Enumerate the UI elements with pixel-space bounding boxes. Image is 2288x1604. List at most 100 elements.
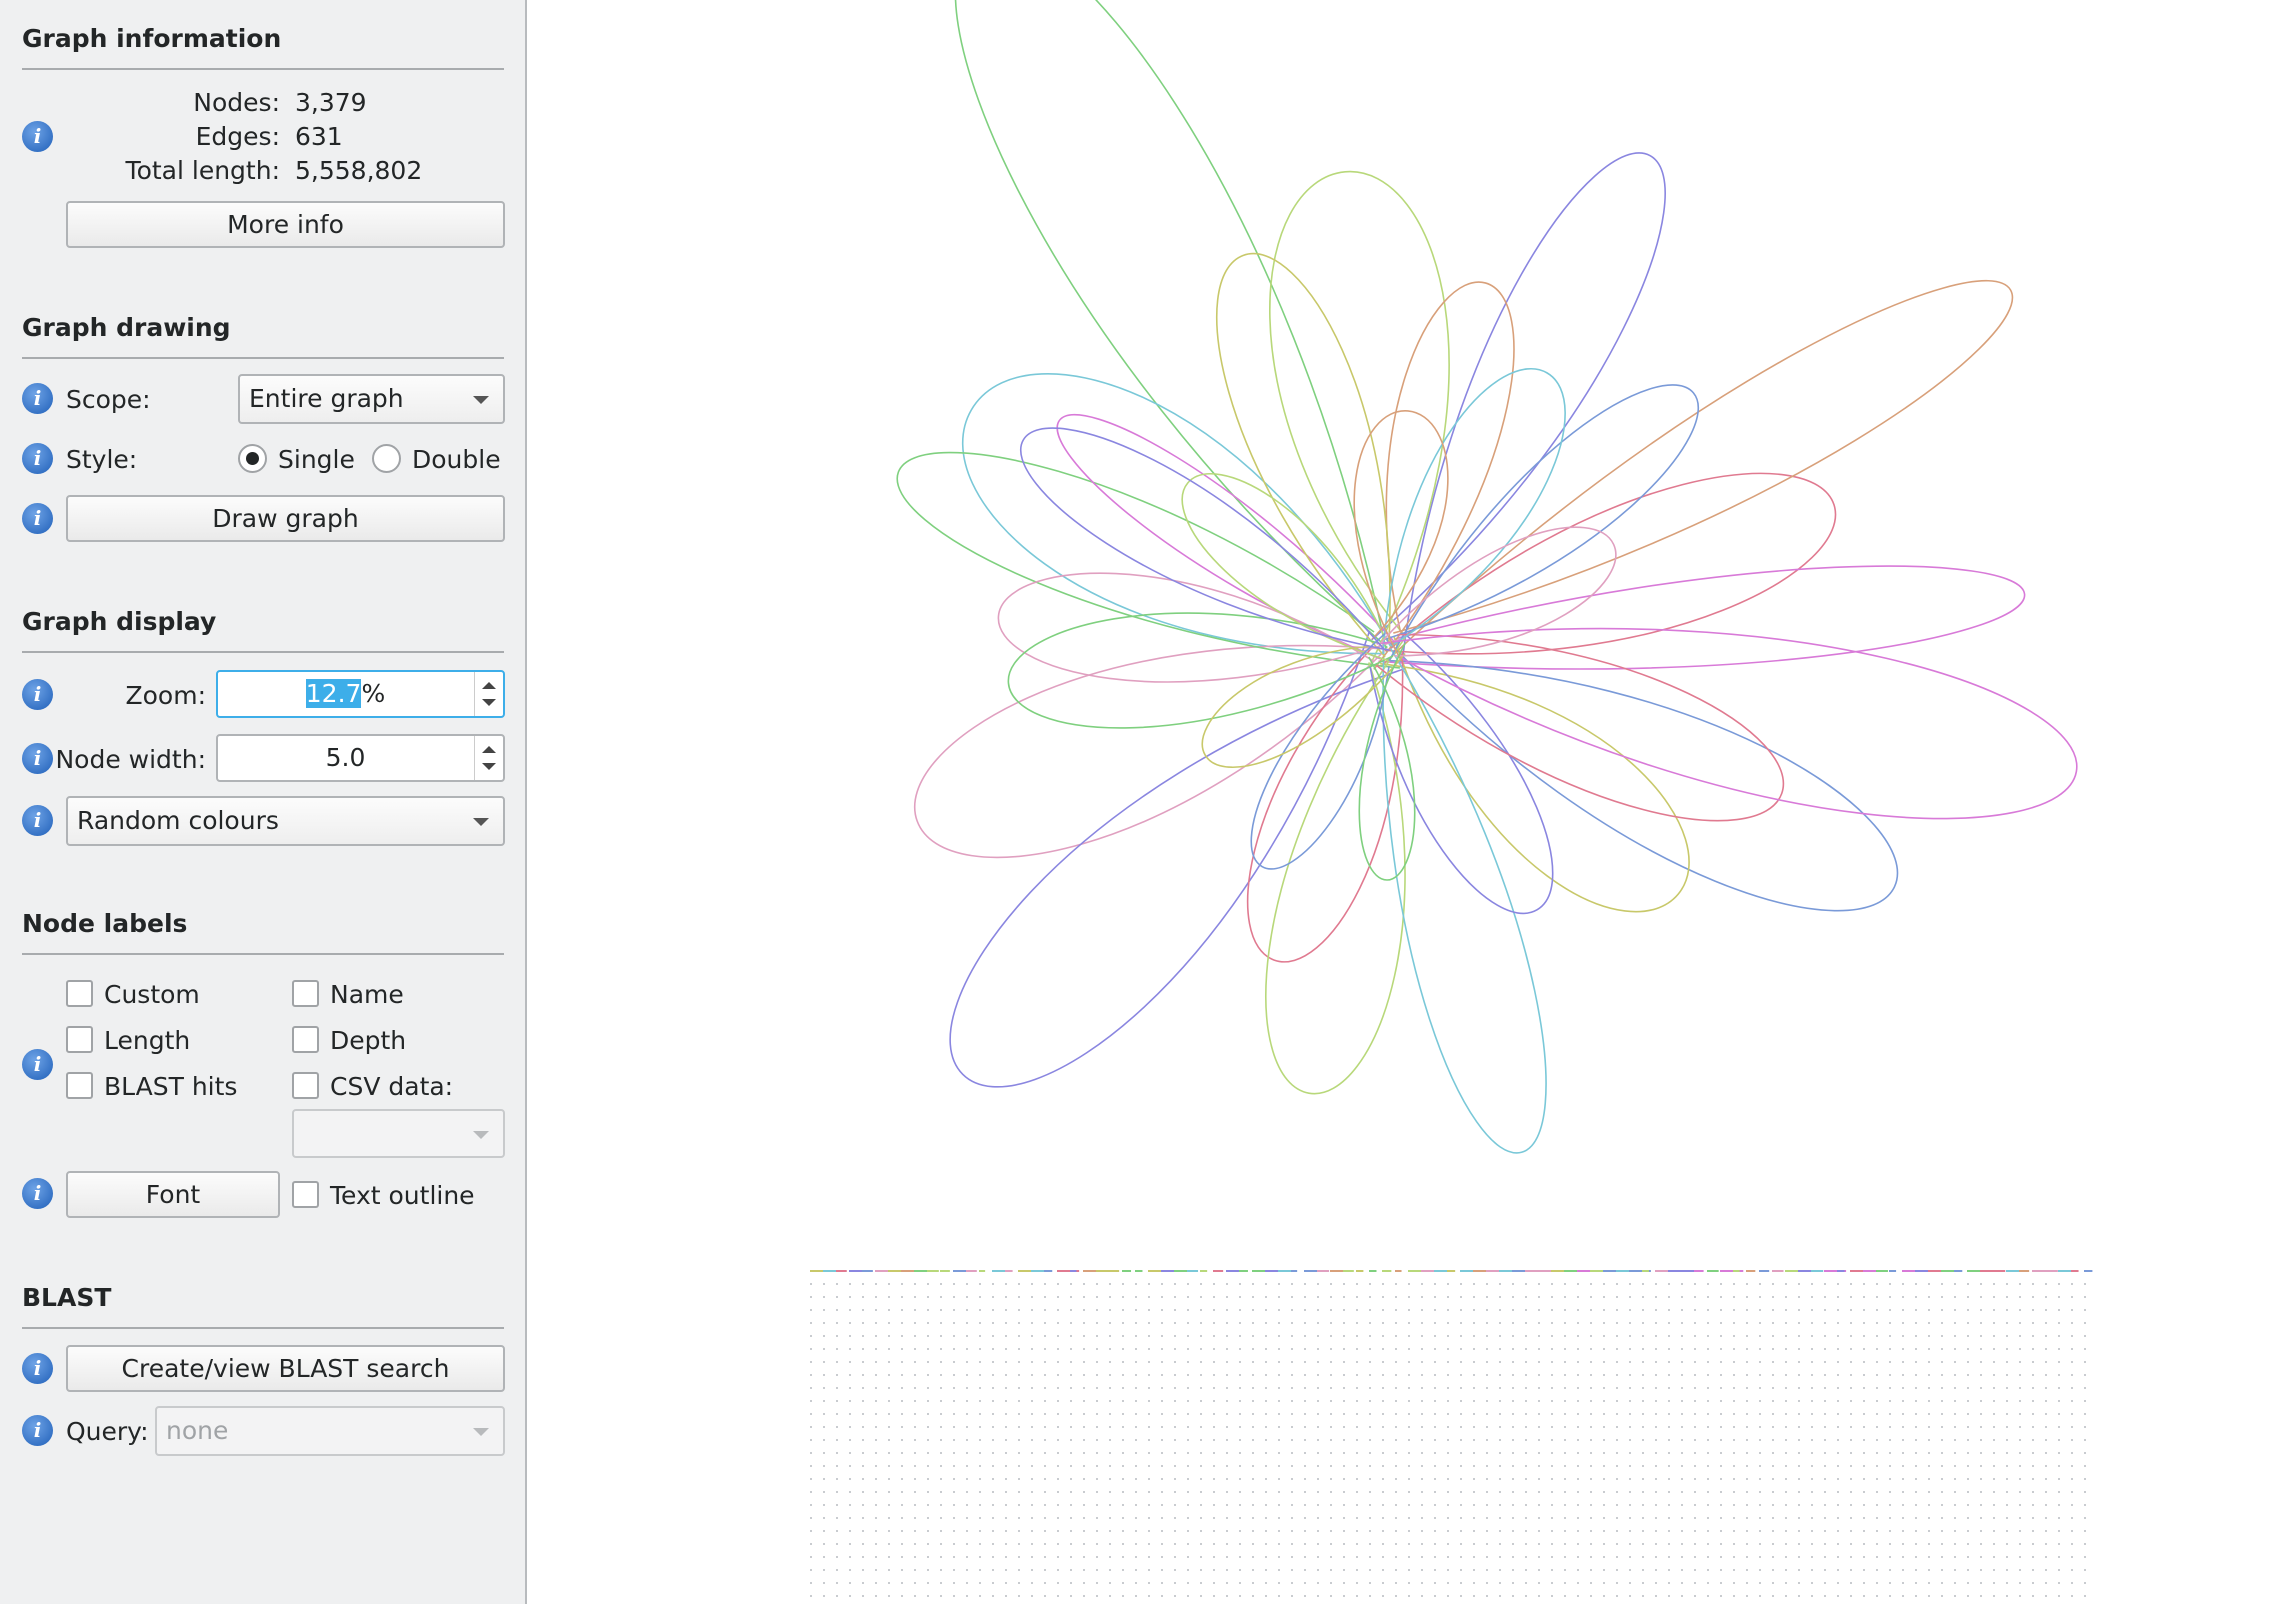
graph-node[interactable] (1408, 1361, 1410, 1363)
graph-node[interactable] (1655, 1504, 1657, 1506)
graph-node[interactable] (1447, 1595, 1449, 1597)
graph-node[interactable] (1798, 1491, 1800, 1493)
graph-node[interactable] (2058, 1595, 2060, 1597)
graph-node[interactable] (953, 1517, 955, 1519)
graph-node[interactable] (849, 1543, 851, 1545)
graph-node[interactable] (1122, 1374, 1124, 1376)
graph-node[interactable] (1863, 1517, 1865, 1519)
graph-node[interactable] (836, 1387, 838, 1389)
graph-node[interactable] (1785, 1335, 1787, 1337)
graph-node[interactable] (927, 1387, 929, 1389)
graph-node[interactable] (888, 1426, 890, 1428)
graph-node[interactable] (1239, 1426, 1241, 1428)
graph-node[interactable] (1733, 1478, 1735, 1480)
graph-node[interactable] (1356, 1348, 1358, 1350)
graph-node[interactable] (2006, 1296, 2008, 1298)
graph-node[interactable] (927, 1491, 929, 1493)
graph-node[interactable] (1642, 1504, 1644, 1506)
graph-node[interactable] (888, 1556, 890, 1558)
graph-node[interactable] (1460, 1348, 1462, 1350)
graph-node[interactable] (1330, 1452, 1332, 1454)
graph-node[interactable] (1109, 1335, 1111, 1337)
graph-node[interactable] (1226, 1556, 1228, 1558)
graph-node[interactable] (1928, 1283, 1930, 1285)
graph-node[interactable] (1135, 1439, 1137, 1441)
graph-node[interactable] (1954, 1478, 1956, 1480)
graph-node[interactable] (1200, 1530, 1202, 1532)
graph-node[interactable] (810, 1374, 812, 1376)
graph-node[interactable] (1382, 1439, 1384, 1441)
graph-node[interactable] (1096, 1504, 1098, 1506)
graph-node[interactable] (1083, 1400, 1085, 1402)
graph-node[interactable] (2071, 1309, 2073, 1311)
graph-node[interactable] (1707, 1361, 1709, 1363)
graph-node[interactable] (1395, 1296, 1397, 1298)
graph-node[interactable] (901, 1361, 903, 1363)
graph-node[interactable] (1226, 1582, 1228, 1584)
graph-node[interactable] (1954, 1335, 1956, 1337)
graph-node[interactable] (1525, 1413, 1527, 1415)
graph-node[interactable] (1096, 1530, 1098, 1532)
graph-node[interactable] (1850, 1504, 1852, 1506)
graph-node[interactable] (1226, 1309, 1228, 1311)
graph-node[interactable] (1525, 1478, 1527, 1480)
graph-node[interactable] (836, 1452, 838, 1454)
graph-node[interactable] (979, 1413, 981, 1415)
graph-node[interactable] (1018, 1517, 1020, 1519)
graph-node[interactable] (875, 1530, 877, 1532)
graph-node[interactable] (1031, 1361, 1033, 1363)
info-icon[interactable]: i (22, 679, 53, 710)
graph-node[interactable] (966, 1413, 968, 1415)
graph-node[interactable] (1265, 1335, 1267, 1337)
graph-node[interactable] (1239, 1569, 1241, 1571)
graph-node[interactable] (1239, 1517, 1241, 1519)
graph-node[interactable] (1941, 1582, 1943, 1584)
graph-node[interactable] (1733, 1361, 1735, 1363)
graph-node[interactable] (1070, 1270, 1077, 1272)
graph-node[interactable] (966, 1530, 968, 1532)
graph-node[interactable] (2019, 1543, 2021, 1545)
graph-node[interactable] (1473, 1504, 1475, 1506)
graph-node[interactable] (979, 1361, 981, 1363)
graph-node[interactable] (1629, 1426, 1631, 1428)
graph-node[interactable] (1629, 1452, 1631, 1454)
graph-node[interactable] (1356, 1283, 1358, 1285)
graph-node[interactable] (2006, 1543, 2008, 1545)
graph-node[interactable] (1967, 1413, 1969, 1415)
graph-node[interactable] (1837, 1400, 1839, 1402)
graph-node[interactable] (1044, 1465, 1046, 1467)
graph-node[interactable] (1395, 1491, 1397, 1493)
graph-node[interactable] (1057, 1348, 1059, 1350)
graph-node[interactable] (1577, 1465, 1579, 1467)
graph-node[interactable] (1161, 1569, 1163, 1571)
graph-node[interactable] (1889, 1335, 1891, 1337)
graph-node[interactable] (1980, 1595, 1982, 1597)
graph-node[interactable] (1434, 1400, 1436, 1402)
graph-node[interactable] (1512, 1595, 1514, 1597)
graph-node[interactable] (1655, 1361, 1657, 1363)
graph-node[interactable] (1265, 1569, 1267, 1571)
graph-node[interactable] (1616, 1387, 1618, 1389)
graph-node[interactable] (2006, 1374, 2008, 1376)
graph-node[interactable] (1954, 1439, 1956, 1441)
graph-node[interactable] (1200, 1387, 1202, 1389)
graph-node[interactable] (1239, 1465, 1241, 1467)
graph-node[interactable] (1642, 1348, 1644, 1350)
graph-node[interactable] (1226, 1543, 1228, 1545)
graph-node[interactable] (1603, 1530, 1605, 1532)
graph-node[interactable] (1577, 1296, 1579, 1298)
graph-node[interactable] (1837, 1296, 1839, 1298)
graph-node[interactable] (1330, 1543, 1332, 1545)
graph-node[interactable] (1798, 1452, 1800, 1454)
graph-node[interactable] (1083, 1452, 1085, 1454)
graph-node[interactable] (1889, 1582, 1891, 1584)
graph-node[interactable] (1382, 1309, 1384, 1311)
graph-node[interactable] (992, 1413, 994, 1415)
graph-node[interactable] (875, 1582, 877, 1584)
graph-node[interactable] (1096, 1309, 1098, 1311)
graph-node[interactable] (2006, 1387, 2008, 1389)
graph-node[interactable] (823, 1595, 825, 1597)
graph-node[interactable] (1187, 1530, 1189, 1532)
graph-node[interactable] (914, 1543, 916, 1545)
graph-node[interactable] (823, 1439, 825, 1441)
